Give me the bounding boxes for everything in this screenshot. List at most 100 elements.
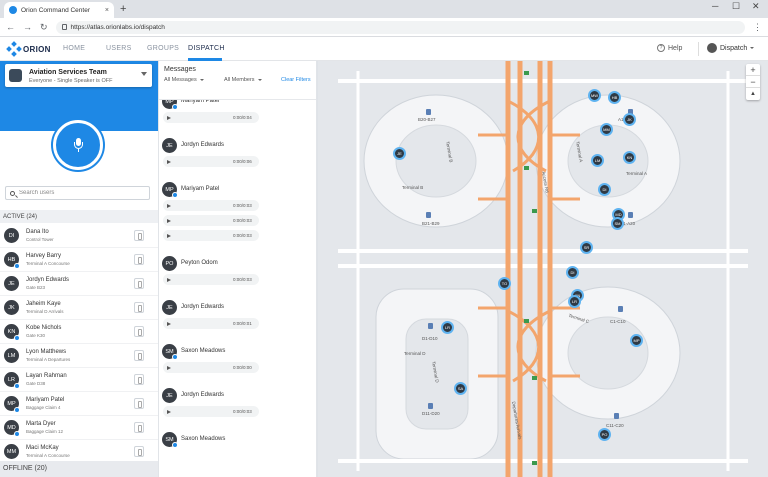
- phone-icon[interactable]: [134, 374, 144, 385]
- message-sender: SM Saxon Meadows: [159, 344, 316, 362]
- user-map-marker[interactable]: LR: [568, 295, 581, 308]
- user-location: Terminal A Departures: [26, 357, 71, 362]
- user-list-item[interactable]: MP Mariyam Patel Baggage Claim 4: [0, 392, 158, 416]
- message-filter-dropdown[interactable]: All Messages: [164, 77, 204, 83]
- user-menu-button[interactable]: Dispatch: [707, 43, 755, 53]
- forward-icon[interactable]: →: [23, 22, 32, 32]
- user-list-item[interactable]: MD Marta Dyer Baggage Claim 12: [0, 416, 158, 440]
- user-map-marker[interactable]: SR: [580, 241, 593, 254]
- message-feed[interactable]: MP Mariyam Patel 0:00/0:04 JE Jordyn Edwards…: [159, 100, 316, 477]
- play-icon[interactable]: [167, 115, 171, 120]
- user-map-marker[interactable]: JE: [393, 147, 406, 160]
- map-label: Terminal D: [404, 351, 426, 356]
- audio-player[interactable]: 0:00/0:01: [163, 318, 259, 329]
- user-map-marker[interactable]: PO: [598, 428, 611, 441]
- play-icon[interactable]: [167, 321, 171, 326]
- gate-icon: [428, 403, 433, 409]
- user-list-item[interactable]: DI Dana Ito Control Tower: [0, 224, 158, 248]
- user-list-item[interactable]: LR Layan Rahman Gate D38: [0, 368, 158, 392]
- member-filter-dropdown[interactable]: All Members: [224, 77, 262, 83]
- user-map-marker[interactable]: MM: [600, 123, 613, 136]
- phone-icon[interactable]: [134, 422, 144, 433]
- user-list-item[interactable]: JK Jaheim Kaye Terminal D Arrivals: [0, 296, 158, 320]
- url-text: https://atlas.orionlabs.io/dispatch: [70, 23, 165, 31]
- phone-icon[interactable]: [134, 254, 144, 265]
- phone-icon[interactable]: [134, 230, 144, 241]
- play-icon[interactable]: [167, 203, 171, 208]
- play-icon[interactable]: [167, 159, 171, 164]
- phone-icon[interactable]: [134, 350, 144, 361]
- user-map-marker[interactable]: HB: [608, 91, 621, 104]
- push-to-talk-button[interactable]: [53, 120, 103, 170]
- user-map-marker[interactable]: JK: [623, 113, 636, 126]
- nav-users[interactable]: USERS: [106, 45, 132, 52]
- close-window-icon[interactable]: ✕: [752, 1, 760, 12]
- audio-player[interactable]: 0:00/0:03: [163, 200, 259, 211]
- audio-player[interactable]: 0:00/0:03: [163, 230, 259, 241]
- new-tab-button[interactable]: +: [120, 3, 126, 15]
- nav-home[interactable]: HOME: [63, 45, 85, 52]
- audio-duration: 0:00/0:03: [233, 218, 252, 223]
- user-map-marker[interactable]: DI: [598, 183, 611, 196]
- help-button[interactable]: ? Help: [657, 44, 682, 52]
- phone-icon[interactable]: [134, 446, 144, 457]
- play-icon[interactable]: [167, 277, 171, 282]
- audio-player[interactable]: 0:00/0:03: [163, 274, 259, 285]
- user-map-marker[interactable]: KN: [623, 151, 636, 164]
- zoom-controls: + − ▲: [746, 64, 760, 100]
- phone-icon[interactable]: [134, 398, 144, 409]
- browser-tab-bar: Orion Command Center × + ─ ☐ ✕: [0, 0, 768, 18]
- nav-groups[interactable]: GROUPS: [147, 45, 179, 52]
- user-map-marker[interactable]: TO: [498, 277, 511, 290]
- orion-logo[interactable]: ORION: [6, 41, 51, 57]
- user-list-item[interactable]: JE Jordyn Edwards Gate B23: [0, 272, 158, 296]
- audio-duration: 0:00/0:00: [233, 365, 252, 370]
- team-selector[interactable]: Aviation Services Team Everyone - Single…: [5, 64, 152, 87]
- nav-dispatch[interactable]: DISPATCH: [188, 45, 225, 52]
- user-map-marker[interactable]: MW: [588, 89, 601, 102]
- play-icon[interactable]: [167, 233, 171, 238]
- audio-player[interactable]: 0:00/0:00: [163, 362, 259, 373]
- phone-icon[interactable]: [134, 326, 144, 337]
- audio-player[interactable]: 0:00/0:06: [163, 156, 259, 167]
- user-map-marker[interactable]: SA: [454, 382, 467, 395]
- map-view[interactable]: Terminal B Terminal A Terminal C Termina…: [318, 61, 768, 477]
- phone-icon[interactable]: [134, 302, 144, 313]
- avatar: JE: [162, 388, 177, 403]
- browser-tab[interactable]: Orion Command Center ×: [4, 2, 114, 18]
- zoom-out-button[interactable]: −: [746, 76, 760, 88]
- user-map-marker[interactable]: MP: [630, 334, 643, 347]
- gate-icon: [426, 109, 431, 115]
- search-input[interactable]: [19, 190, 139, 196]
- audio-duration: 0:00/0:03: [233, 203, 252, 208]
- minimize-icon[interactable]: ─: [712, 1, 718, 11]
- user-map-marker[interactable]: DI: [566, 266, 579, 279]
- user-list-item[interactable]: KN Kobe Nichols Gate K30: [0, 320, 158, 344]
- maximize-icon[interactable]: ☐: [732, 1, 740, 12]
- compass-button[interactable]: ▲: [746, 88, 760, 100]
- audio-player[interactable]: 0:00/0:03: [163, 215, 259, 226]
- user-location: Baggage Claim 4: [26, 405, 61, 410]
- user-map-marker[interactable]: LR: [441, 321, 454, 334]
- clear-filters-link[interactable]: Clear Filters: [281, 77, 311, 83]
- offline-section-header[interactable]: OFFLINE (20): [0, 461, 158, 477]
- phone-icon[interactable]: [134, 278, 144, 289]
- user-map-marker[interactable]: SM: [611, 217, 624, 230]
- back-icon[interactable]: ←: [6, 22, 15, 32]
- message-sender: JE Jordyn Edwards: [159, 388, 316, 406]
- close-tab-icon[interactable]: ×: [105, 7, 109, 14]
- zoom-in-button[interactable]: +: [746, 64, 760, 76]
- user-location: Terminal D Arrivals: [26, 309, 64, 314]
- play-icon[interactable]: [167, 365, 171, 370]
- audio-player[interactable]: 0:00/0:03: [163, 406, 259, 417]
- play-icon[interactable]: [167, 409, 171, 414]
- reload-icon[interactable]: ↻: [40, 22, 48, 33]
- play-icon[interactable]: [167, 218, 171, 223]
- active-section-header: ACTIVE (24): [0, 210, 158, 223]
- user-map-marker[interactable]: LM: [591, 154, 604, 167]
- browser-menu-icon[interactable]: ⋮: [753, 22, 762, 33]
- user-list-item[interactable]: HB Harvey Barry Terminal A Concourse: [0, 248, 158, 272]
- user-list-item[interactable]: LM Lyon Matthews Terminal A Departures: [0, 344, 158, 368]
- audio-player[interactable]: 0:00/0:04: [163, 112, 259, 123]
- url-field[interactable]: https://atlas.orionlabs.io/dispatch: [55, 20, 745, 34]
